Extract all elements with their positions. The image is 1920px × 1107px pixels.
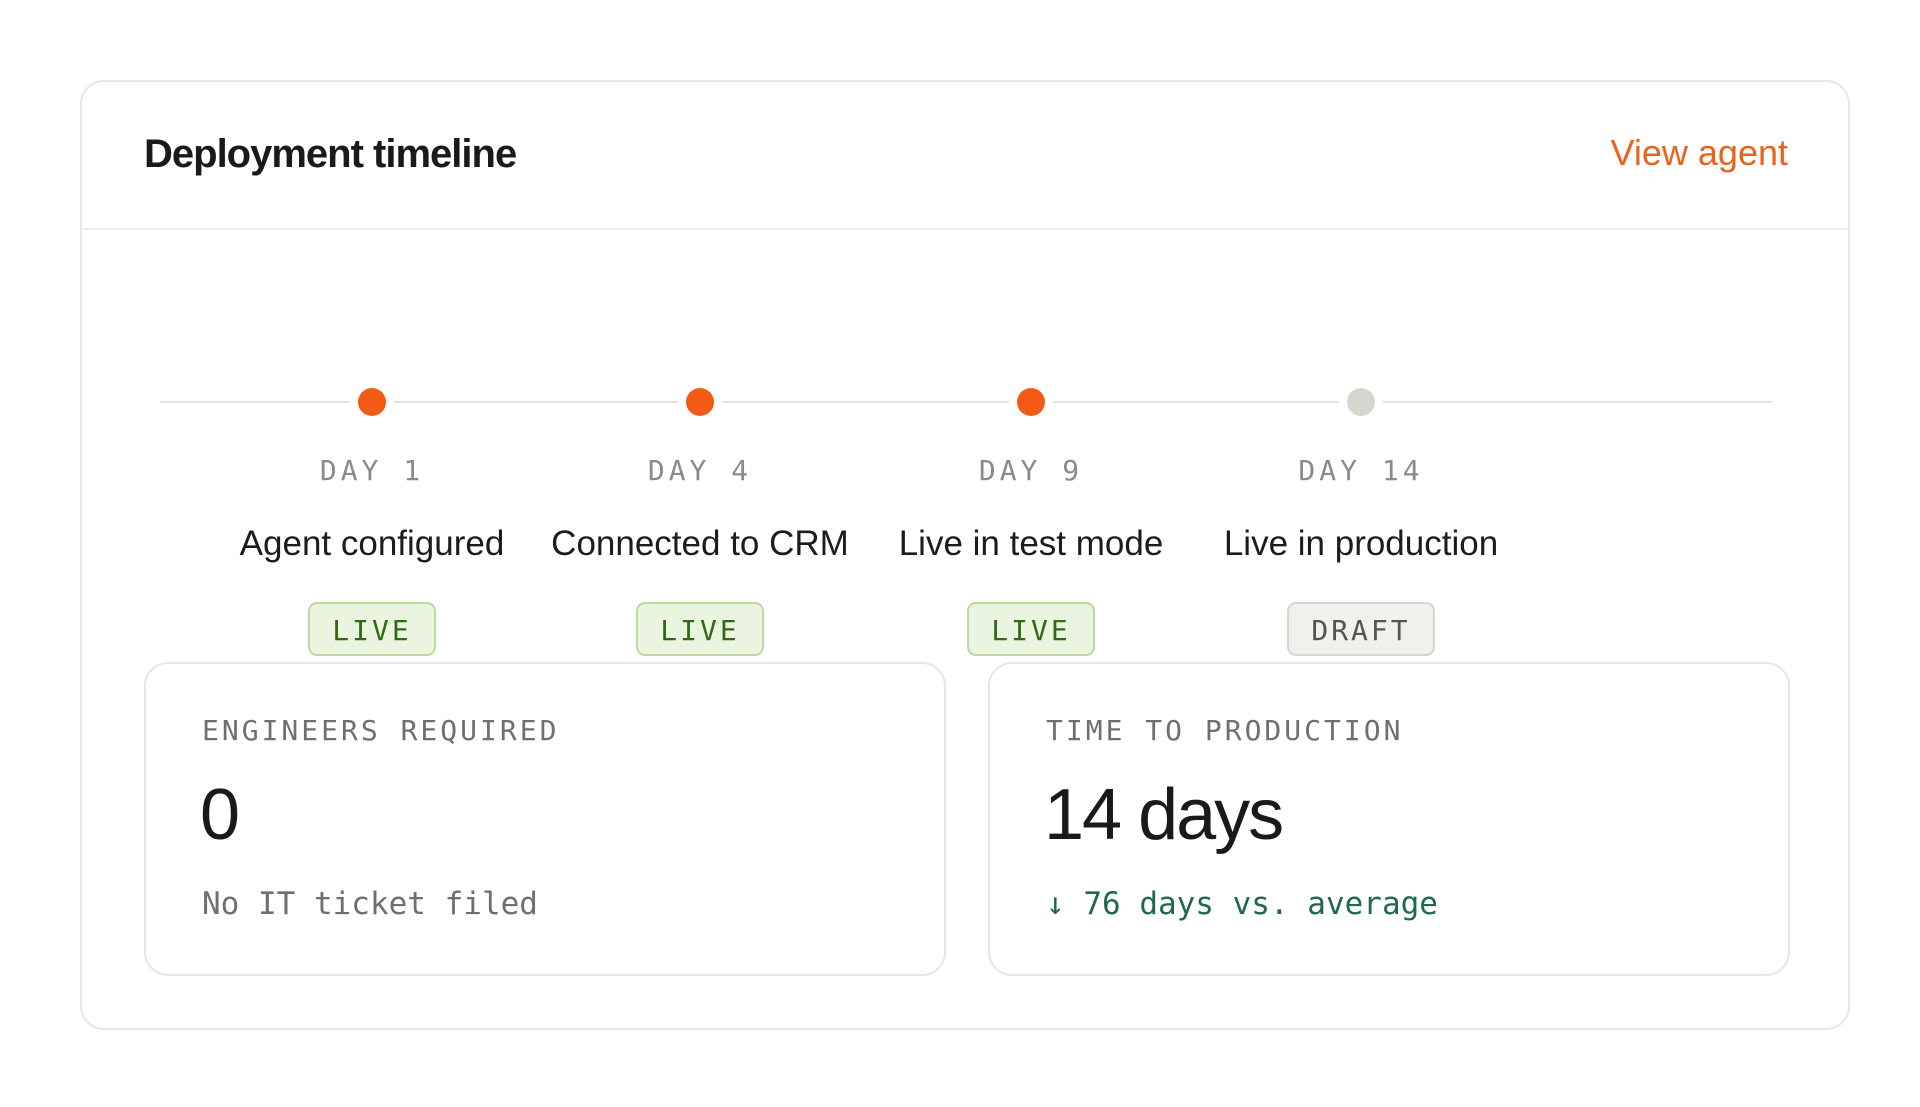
step-complete-dot-icon xyxy=(686,388,714,416)
step-day: DAY 9 xyxy=(978,454,1084,487)
status-badge: DRAFT xyxy=(1287,602,1435,656)
timeline-step-4: DAY 14 Live in production DRAFT xyxy=(1171,230,1551,670)
card-title: Deployment timeline xyxy=(144,132,517,176)
stat-value: 0 xyxy=(200,775,240,855)
time-to-production-stat: TIME TO PRODUCTION 14 days ↓ 76 days vs.… xyxy=(988,662,1790,976)
timeline: DAY 1 Agent configured LIVE DAY 4 Connec… xyxy=(82,230,1848,670)
step-title: Agent configured xyxy=(239,524,505,563)
step-title: Live in test mode xyxy=(898,524,1164,563)
stat-label: ENGINEERS REQUIRED xyxy=(202,714,560,747)
stat-note-delta: ↓ 76 days vs. average xyxy=(1046,886,1438,922)
step-pending-dot-icon xyxy=(1347,388,1375,416)
view-agent-link[interactable]: View agent xyxy=(1611,132,1788,174)
status-badge: LIVE xyxy=(308,602,436,656)
timeline-step-2: DAY 4 Connected to CRM LIVE xyxy=(510,230,890,670)
step-complete-dot-icon xyxy=(1017,388,1045,416)
deployment-timeline-card: Deployment timeline View agent DAY 1 Age… xyxy=(80,80,1850,1030)
status-badge: LIVE xyxy=(967,602,1095,656)
step-day: DAY 1 xyxy=(319,454,425,487)
status-badge: LIVE xyxy=(636,602,764,656)
timeline-step-1: DAY 1 Agent configured LIVE xyxy=(182,230,562,670)
stat-note: No IT ticket filed xyxy=(202,886,538,922)
card-header: Deployment timeline View agent xyxy=(82,82,1848,230)
timeline-step-3: DAY 9 Live in test mode LIVE xyxy=(841,230,1221,670)
step-complete-dot-icon xyxy=(358,388,386,416)
step-title: Connected to CRM xyxy=(551,524,849,563)
engineers-required-stat: ENGINEERS REQUIRED 0 No IT ticket filed xyxy=(144,662,946,976)
step-day: DAY 14 xyxy=(1298,454,1424,487)
step-day: DAY 4 xyxy=(647,454,753,487)
stat-value: 14 days xyxy=(1044,775,1284,855)
step-title: Live in production xyxy=(1223,524,1499,563)
stat-label: TIME TO PRODUCTION xyxy=(1046,714,1404,747)
